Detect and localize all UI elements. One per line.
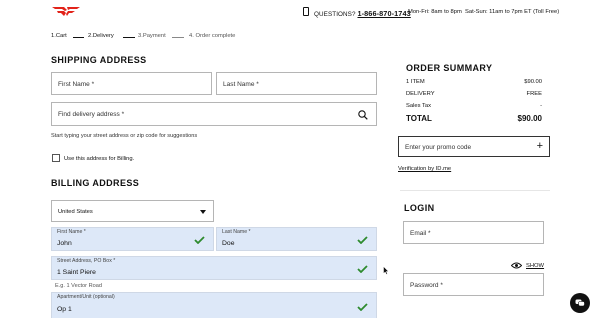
idme-verification-link[interactable]: Verification by ID.me	[398, 166, 451, 172]
billing-last-name-field[interactable]: Last Name * Doe	[216, 227, 377, 251]
checkmark-icon	[357, 236, 368, 244]
address-hint: Start typing your street address or zip …	[51, 133, 198, 139]
use-for-billing-checkbox[interactable]	[52, 154, 60, 162]
first-name-placeholder: First Name *	[58, 81, 95, 88]
find-address-field[interactable]: Find delivery address *	[51, 102, 377, 126]
step-order-complete: 4. Order complete	[189, 33, 236, 39]
email-field[interactable]: Email *	[403, 221, 544, 244]
phone-icon	[303, 7, 309, 16]
billing-first-name-field[interactable]: First Name * John	[51, 227, 214, 251]
plus-icon[interactable]: +	[537, 140, 543, 152]
checkmark-icon	[357, 303, 368, 311]
country-select[interactable]: United States	[51, 200, 214, 222]
street-example-hint: E.g. 1 Vector Road	[55, 283, 102, 289]
promo-code-field[interactable]: Enter your promo code +	[398, 136, 550, 157]
checkmark-icon	[194, 236, 205, 244]
items-label: 1 ITEM	[406, 79, 425, 85]
street-label: Street Address, PO Box *	[57, 258, 116, 264]
step-divider	[73, 37, 84, 39]
last-name-value: Doe	[222, 240, 235, 247]
eye-icon[interactable]	[511, 262, 522, 269]
first-name-label: First Name *	[57, 229, 86, 235]
hours-weekday: Mon-Fri: 8am to 8pm	[408, 9, 462, 15]
divider	[400, 190, 550, 191]
total-value: $90.00	[517, 114, 542, 123]
country-value: United States	[58, 209, 93, 215]
street-value: 1 Saint Piere	[57, 269, 96, 276]
password-field[interactable]: Password *	[403, 273, 544, 296]
questions-label: QUESTIONS?	[314, 11, 356, 18]
apartment-value: Op 1	[57, 306, 72, 313]
find-address-placeholder: Find delivery address *	[58, 111, 125, 118]
step-divider	[123, 37, 135, 39]
tax-label: Sales Tax	[406, 103, 432, 109]
step-cart[interactable]: 1.Cart	[51, 33, 67, 39]
order-summary-title: ORDER SUMMARY	[406, 63, 493, 73]
reebok-delta-logo[interactable]	[51, 5, 81, 19]
first-name-value: John	[57, 240, 72, 247]
site-header: QUESTIONS? 1-866-870-1743 Mon-Fri: 8am t…	[0, 0, 600, 24]
shipping-title: SHIPPING ADDRESS	[51, 55, 147, 65]
search-icon[interactable]	[358, 110, 368, 120]
billing-title: BILLING ADDRESS	[51, 178, 140, 188]
login-title: LOGIN	[404, 203, 435, 213]
delivery-label: DELIVERY	[406, 91, 435, 97]
chevron-down-icon	[200, 210, 206, 214]
questions-contact: QUESTIONS? 1-866-870-1743	[314, 9, 411, 18]
shipping-last-name-field[interactable]: Last Name *	[216, 72, 377, 95]
step-delivery: 2.Delivery	[88, 33, 114, 39]
delivery-value: FREE	[526, 91, 542, 97]
step-payment: 3.Payment	[138, 33, 166, 39]
checkout-steps: 1.Cart 2.Delivery 3.Payment 4. Order com…	[51, 33, 351, 43]
tax-value: -	[540, 103, 542, 109]
email-placeholder: Email *	[410, 230, 431, 237]
checkmark-icon	[357, 265, 368, 273]
show-password-toggle[interactable]: SHOW	[526, 263, 544, 269]
mouse-cursor-icon	[383, 266, 389, 275]
step-divider	[172, 37, 184, 38]
billing-apartment-field[interactable]: Apartment/Unit (optional) Op 1	[51, 292, 377, 318]
use-for-billing-label[interactable]: Use this address for Billing.	[64, 156, 134, 162]
chat-bubble-icon	[575, 299, 585, 307]
phone-number-link[interactable]: 1-866-870-1743	[357, 9, 410, 18]
promo-placeholder: Enter your promo code	[405, 144, 472, 151]
hours-weekend: Sat-Sun: 11am to 7pm ET (Toll Free)	[465, 9, 560, 15]
billing-street-field[interactable]: Street Address, PO Box * 1 Saint Piere	[51, 256, 377, 280]
last-name-label: Last Name *	[222, 229, 251, 235]
last-name-placeholder: Last Name *	[223, 81, 259, 88]
shipping-first-name-field[interactable]: First Name *	[51, 72, 212, 95]
chat-button[interactable]	[570, 293, 590, 313]
password-placeholder: Password *	[410, 282, 443, 289]
apartment-label: Apartment/Unit (optional)	[57, 294, 115, 300]
items-value: $90.00	[524, 79, 542, 85]
total-label: TOTAL	[406, 114, 432, 123]
